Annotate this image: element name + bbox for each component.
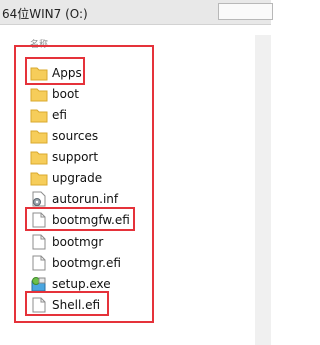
folder-icon [30,107,48,123]
folder-icon [30,128,48,144]
highlight-box-apps [25,57,85,85]
list-item-efi[interactable]: efi [30,105,150,125]
file-icon [30,234,48,250]
list-item-bootmgr-efi[interactable]: bootmgr.efi [30,253,150,273]
file-name: sources [52,129,99,143]
list-item-sources[interactable]: sources [30,126,150,146]
file-name: upgrade [52,171,103,185]
highlight-box-shell-efi [25,291,109,316]
list-item-autorun-inf[interactable]: autorun.inf [30,189,150,209]
folder-icon [30,149,48,165]
folder-icon [30,86,48,102]
setup-icon [30,276,48,292]
file-name: bootmgr.efi [52,256,121,270]
file-name: support [52,150,99,164]
highlight-box-bootmgfw-efi [25,207,135,231]
settings-file-icon [30,191,48,207]
file-icon [30,255,48,271]
file-name: autorun.inf [52,192,119,206]
list-item-bootmgr[interactable]: bootmgr [30,232,150,252]
folder-icon [30,170,48,186]
list-item-upgrade[interactable]: upgrade [30,168,150,188]
file-name: setup.exe [52,277,111,291]
file-name: efi [52,108,67,122]
file-name: bootmgr [52,235,104,249]
vertical-scrollbar[interactable] [255,35,271,345]
file-name: boot [52,87,80,101]
list-item-support[interactable]: support [30,147,150,167]
list-item-boot[interactable]: boot [30,84,150,104]
